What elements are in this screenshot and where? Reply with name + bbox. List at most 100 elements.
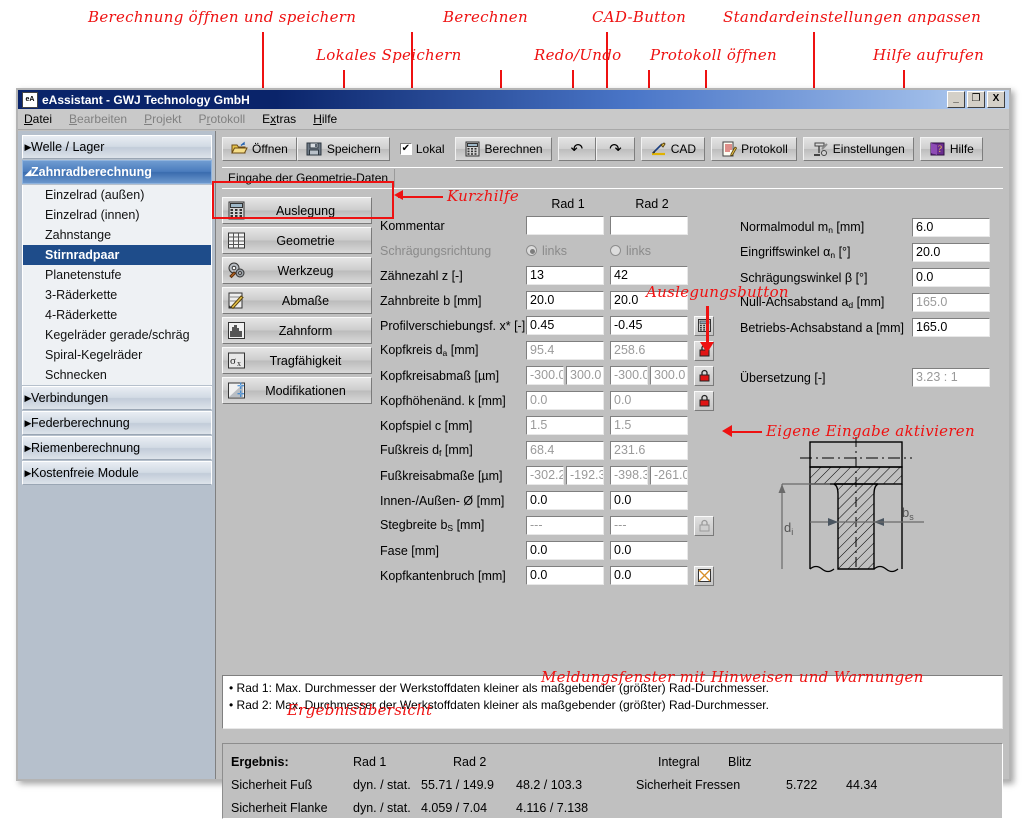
sidebar-item-kegelraeder[interactable]: Kegelräder gerade/schräg [22,325,212,345]
minimize-button[interactable]: _ [947,91,965,108]
sidebar-group-kostenfreie-module[interactable]: ▶ Kostenfreie Module [22,461,212,485]
page-tab-list: Auslegung Geometrie Werkzeug [222,195,372,588]
help-button[interactable]: ? Hilfe [920,137,983,161]
stegbreite-rad2-value: --- [610,516,688,535]
radio-dot-icon [610,245,621,256]
sidebar-group-welle-lager[interactable]: ▶ Welle / Lager [22,135,212,159]
toolbar: Öffnen Speichern ✔ Lokal [222,136,1003,162]
maximize-button[interactable]: ❐ [967,91,985,108]
help-book-icon: ? [929,141,946,157]
eingriffswinkel-input[interactable]: 20.0 [912,243,990,262]
sidebar-group-verbindungen[interactable]: ▶ Verbindungen [22,386,212,410]
row-label: Stegbreite bS [mm] [380,518,526,533]
sidebar-item-planetenstufe[interactable]: Planetenstufe [22,265,212,285]
cad-button[interactable]: CAD [641,137,705,161]
sidebar-group-riemenberechnung[interactable]: ▶ Riemenberechnung [22,436,212,460]
normalmodul-input[interactable]: 6.0 [912,218,990,237]
menu-item-hilfe[interactable]: Hilfe [313,112,337,126]
sidebar-group-federberechnung[interactable]: ▶ Federberechnung [22,411,212,435]
schraegungswinkel-input[interactable]: 0.0 [912,268,990,287]
innen-aussen-rad1-input[interactable]: 0.0 [526,491,604,510]
sidebar-item-stirnradpaar[interactable]: Stirnradpaar [22,245,212,265]
annotation-line-auslegung [706,306,709,346]
kopfkreisabmass-lock-button[interactable] [694,366,714,386]
chevron-right-icon: ▶ [21,136,35,158]
undo-button[interactable]: ↶ [558,137,597,161]
geometry-form: Rad 1 Rad 2 Kommentar Schrägungsrichtung [372,195,1003,588]
menu-bar: Datei Bearbeiten Projekt Protokoll Extra… [18,109,1009,130]
row-label: Fußkreis df [mm] [380,443,526,458]
tab-werkzeug[interactable]: Werkzeug [222,257,372,284]
redo-button[interactable]: ↷ [596,137,635,161]
open-button[interactable]: Öffnen [222,137,297,161]
calculate-button[interactable]: Berechnen [455,137,552,161]
tab-label: Zahnform [246,324,371,338]
tab-modifikationen[interactable]: ✛✛ Modifikationen [222,377,372,404]
ruler-icon [227,291,246,310]
annotation-eigene-eingabe: Eigene Eingabe aktivieren [766,422,975,440]
fusskreisabmass-rad2-lower: -398.3 [610,466,648,485]
fusskreisabmass-rad2-upper: -261.0 [650,466,688,485]
innen-aussen-rad2-input[interactable]: 0.0 [610,491,688,510]
kopfhoehenaend-lock-button[interactable] [694,391,714,411]
tab-geometrie[interactable]: Geometrie [222,227,372,254]
row-label: Übersetzung [-] [740,371,912,385]
auslegung-calculator-button[interactable] [694,316,714,336]
sidebar-group-zahnradberechnung[interactable]: ◢ Zahnradberechnung [22,160,212,184]
settings-button[interactable]: Einstellungen [803,137,914,161]
svg-text:bs: bs [902,505,914,522]
form-row-normalmodul: Normalmodul mn [mm] 6.0 [740,215,1010,240]
svg-text:✛: ✛ [237,389,245,399]
menu-item-datei[interactable]: Datei [24,112,52,126]
sidebar-item-spiral-kegelraeder[interactable]: Spiral-Kegelräder [22,345,212,365]
schraegungsrichtung-rad1-radio[interactable]: links [526,244,610,258]
protokoll-button[interactable]: Protokoll [711,137,797,161]
profilverschiebung-rad1-input[interactable]: 0.45 [526,316,604,335]
menu-item-extras[interactable]: Extras [262,112,296,126]
annotation-auslegungsbutton: Auslegungsbutton [646,283,789,301]
sidebar-item-schnecken[interactable]: Schnecken [22,365,212,385]
profilverschiebung-rad2-input[interactable]: -0.45 [610,316,688,335]
kommentar-rad2-input[interactable] [610,216,688,235]
annotation-meldungsfenster: Meldungsfenster mit Hinweisen und Warnun… [541,668,924,686]
menu-item-protokoll[interactable]: Protokoll [198,112,245,126]
kopfkreisabmass-rad1-upper: 300.0 [566,366,604,385]
sidebar-item-3-raederkette[interactable]: 3-Räderkette [22,285,212,305]
sidebar-item-einzelrad-innen[interactable]: Einzelrad (innen) [22,205,212,225]
kopfkantenbruch-rad1-input[interactable]: 0.0 [526,566,604,585]
sidebar-group-label: Kostenfreie Module [31,466,139,480]
help-button-label: Hilfe [950,142,974,156]
kopfhoehenaend-rad1-value: 0.0 [526,391,604,410]
sidebar-item-einzelrad-aussen[interactable]: Einzelrad (außen) [22,185,212,205]
lokal-checkbox-group[interactable]: ✔ Lokal [396,137,449,161]
results-row-flanke: Sicherheit Flanke dyn. / stat. 4.059 / 7… [231,796,994,819]
sidebar-item-4-raederkette[interactable]: 4-Räderkette [22,305,212,325]
tab-zahnform[interactable]: Zahnform [222,317,372,344]
svg-text:?: ? [938,144,942,154]
kommentar-rad1-input[interactable] [526,216,604,235]
kopfkantenbruch-cross-button[interactable] [694,566,714,586]
tab-abmasse[interactable]: Abmaße [222,287,372,314]
zaehnezahl-rad1-input[interactable]: 13 [526,266,604,285]
menu-item-projekt[interactable]: Projekt [144,112,181,126]
row-label: Fase [mm] [380,544,526,558]
lokal-checkbox[interactable]: ✔ [400,143,412,155]
fase-rad2-input[interactable]: 0.0 [610,541,688,560]
radio-label: links [626,244,651,258]
stegbreite-lock-button[interactable] [694,516,714,536]
sidebar-item-zahnstange[interactable]: Zahnstange [22,225,212,245]
row-label: Kopfkreisabmaß [µm] [380,369,526,383]
save-button[interactable]: Speichern [297,137,390,161]
radio-dot-icon [526,245,537,256]
kopfkantenbruch-rad2-input[interactable]: 0.0 [610,566,688,585]
menu-item-bearbeiten[interactable]: Bearbeiten [69,112,127,126]
row-label: Zähnezahl z [-] [380,269,526,283]
tab-tragfaehigkeit[interactable]: σx Tragfähigkeit [222,347,372,374]
kopfkreis-rad1-value: 95.4 [526,341,604,360]
fase-rad1-input[interactable]: 0.0 [526,541,604,560]
schraegungsrichtung-rad2-radio[interactable]: links [610,244,694,258]
close-button[interactable]: X [987,91,1005,108]
annotation-arrow-eigene [728,431,762,433]
zahnbreite-rad1-input[interactable]: 20.0 [526,291,604,310]
betriebs-achsabstand-input[interactable]: 165.0 [912,318,990,337]
